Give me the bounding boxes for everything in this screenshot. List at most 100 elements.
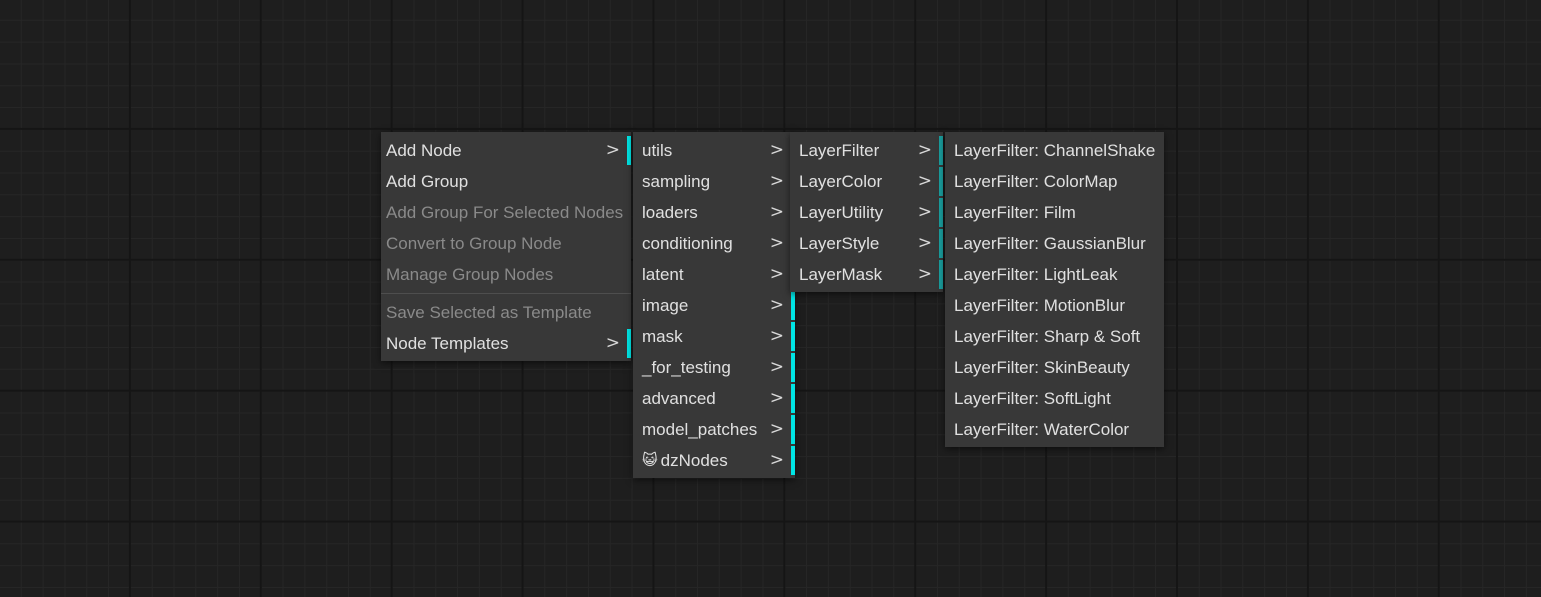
menu-item-label: LayerFilter: LightLeak <box>954 265 1118 284</box>
submenu-arrow-icon: > <box>917 202 932 222</box>
menu-item-label: LayerColor <box>799 172 883 191</box>
menu-item-label: Add Group For Selected Nodes <box>386 203 624 222</box>
submenu-accent-bar <box>939 136 943 165</box>
menu-item-label: LayerMask <box>799 265 883 284</box>
submenu-arrow-icon: > <box>769 326 784 346</box>
submenu-arrow-icon: > <box>769 233 784 253</box>
menu-item-label: LayerFilter: SoftLight <box>954 389 1111 408</box>
submenu-accent-bar <box>791 353 795 382</box>
menu-item-label: sampling <box>642 172 711 191</box>
submenu-arrow-icon: > <box>769 419 784 439</box>
add-node-submenu[interactable]: utils > sampling > loaders > conditioning > late… <box>633 132 795 478</box>
canvas-context-menu[interactable]: Add Node > Add Group Add Group For Selected… <box>381 132 631 361</box>
menu-item-label: utils <box>642 141 673 160</box>
menu-item-layerstyle[interactable]: LayerStyle > <box>790 228 943 259</box>
menu-item-label: conditioning <box>642 234 733 253</box>
menu-item-label: LayerFilter: Film <box>954 203 1076 222</box>
submenu-accent-bar <box>939 229 943 258</box>
menu-item-loaders[interactable]: loaders > <box>633 197 795 228</box>
menu-item-label: Add Group <box>386 172 469 191</box>
menu-item-latent[interactable]: latent > <box>633 259 795 290</box>
submenu-arrow-icon: > <box>769 295 784 315</box>
menu-item-layerfilter-colormap[interactable]: LayerFilter: ColorMap <box>945 166 1164 197</box>
menu-item-convert-to-group-node: Convert to Group Node <box>381 228 631 259</box>
menu-item-label: Convert to Group Node <box>386 234 562 253</box>
menu-item-label: latent <box>642 265 684 284</box>
submenu-arrow-icon: > <box>769 140 784 160</box>
submenu-arrow-icon: > <box>769 450 784 470</box>
menu-item-label: LayerFilter <box>799 141 880 160</box>
menu-item-layermask[interactable]: LayerMask > <box>790 259 943 290</box>
menu-item-label: Add Node <box>386 141 462 160</box>
submenu-accent-bar <box>791 446 795 475</box>
layerfilter-submenu[interactable]: LayerFilter: ChannelShake LayerFilter: Co… <box>945 132 1164 447</box>
menu-item-layerfilter-watercolor[interactable]: LayerFilter: WaterColor <box>945 414 1164 445</box>
submenu-accent-bar <box>791 415 795 444</box>
menu-item-add-group[interactable]: Add Group <box>381 166 631 197</box>
menu-item-label: LayerFilter: GaussianBlur <box>954 234 1146 253</box>
submenu-arrow-icon: > <box>917 171 932 191</box>
menu-item-layerfilter-sharp-soft[interactable]: LayerFilter: Sharp & Soft <box>945 321 1164 352</box>
menu-item-node-templates[interactable]: Node Templates > <box>381 328 631 359</box>
menu-item-label: model_patches <box>642 420 758 439</box>
menu-item-layerfilter-channelshake[interactable]: LayerFilter: ChannelShake <box>945 135 1164 166</box>
submenu-accent-bar <box>791 322 795 351</box>
menu-item-label: LayerFilter: Sharp & Soft <box>954 327 1141 346</box>
menu-item-save-selected-as-template: Save Selected as Template <box>381 297 631 328</box>
menu-item-label: LayerFilter: ColorMap <box>954 172 1118 191</box>
menu-item-label: _for_testing <box>642 358 731 377</box>
submenu-arrow-icon: > <box>769 202 784 222</box>
menu-item-image[interactable]: image > <box>633 290 795 321</box>
submenu-accent-bar <box>791 291 795 320</box>
menu-item-layerutility[interactable]: LayerUtility > <box>790 197 943 228</box>
submenu-arrow-icon: > <box>769 171 784 191</box>
submenu-accent-bar <box>939 198 943 227</box>
menu-item-add-group-for-selected-nodes: Add Group For Selected Nodes <box>381 197 631 228</box>
menu-item-label: dzNodes <box>660 451 728 470</box>
menu-item-label: Manage Group Nodes <box>386 265 554 284</box>
menu-item-layerfilter-gaussianblur[interactable]: LayerFilter: GaussianBlur <box>945 228 1164 259</box>
menu-item-manage-group-nodes: Manage Group Nodes <box>381 259 631 290</box>
menu-item-utils[interactable]: utils > <box>633 135 795 166</box>
menu-item-layerfilter-film[interactable]: LayerFilter: Film <box>945 197 1164 228</box>
menu-item-layerfilter-softlight[interactable]: LayerFilter: SoftLight <box>945 383 1164 414</box>
submenu-accent-bar <box>939 260 943 289</box>
submenu-arrow-icon: > <box>917 140 932 160</box>
submenu-arrow-icon: > <box>605 333 620 353</box>
menu-item-mask[interactable]: mask > <box>633 321 795 352</box>
submenu-arrow-icon: > <box>605 140 620 160</box>
menu-item-layerfilter-motionblur[interactable]: LayerFilter: MotionBlur <box>945 290 1164 321</box>
submenu-arrow-icon: > <box>917 264 932 284</box>
menu-item-sampling[interactable]: sampling > <box>633 166 795 197</box>
menu-item-label: mask <box>642 327 683 346</box>
submenu-accent-bar <box>939 167 943 196</box>
menu-item-label: LayerUtility <box>799 203 884 222</box>
submenu-accent-bar <box>627 329 631 358</box>
submenu-arrow-icon: > <box>769 357 784 377</box>
menu-item-layerfilter-lightleak[interactable]: LayerFilter: LightLeak <box>945 259 1164 290</box>
menu-item-label: Node Templates <box>386 334 509 353</box>
submenu-arrow-icon: > <box>769 264 784 284</box>
cat-emoji-icon: 😺 <box>642 451 658 469</box>
menu-item-label: advanced <box>642 389 716 408</box>
menu-item-layerfilter-skinbeauty[interactable]: LayerFilter: SkinBeauty <box>945 352 1164 383</box>
menu-separator <box>381 293 631 294</box>
menu-item-add-node[interactable]: Add Node > <box>381 135 631 166</box>
menu-item-layerfilter[interactable]: LayerFilter > <box>790 135 943 166</box>
menu-item-model_patches[interactable]: model_patches > <box>633 414 795 445</box>
menu-item-label: LayerFilter: MotionBlur <box>954 296 1126 315</box>
menu-item-label: image <box>642 296 689 315</box>
submenu-arrow-icon: > <box>917 233 932 253</box>
menu-item-label: LayerStyle <box>799 234 880 253</box>
submenu-arrow-icon: > <box>769 388 784 408</box>
menu-item-label: Save Selected as Template <box>386 303 592 322</box>
menu-item-advanced[interactable]: advanced > <box>633 383 795 414</box>
dznodes-submenu[interactable]: LayerFilter > LayerColor > LayerUtility > Laye… <box>790 132 943 292</box>
menu-item-_for_testing[interactable]: _for_testing > <box>633 352 795 383</box>
menu-item-dznodes[interactable]: 😺 dzNodes > <box>633 445 795 476</box>
menu-item-conditioning[interactable]: conditioning > <box>633 228 795 259</box>
menu-item-label: loaders <box>642 203 698 222</box>
menu-item-layercolor[interactable]: LayerColor > <box>790 166 943 197</box>
submenu-accent-bar <box>791 384 795 413</box>
menu-item-label: LayerFilter: WaterColor <box>954 420 1130 439</box>
